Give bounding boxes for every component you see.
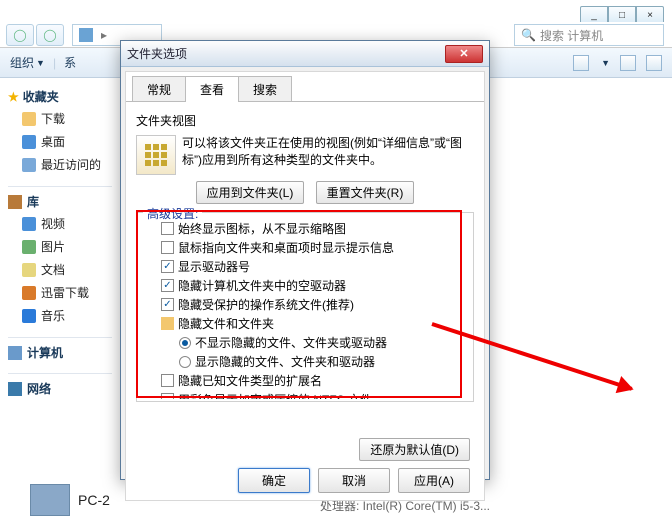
view-mode-button[interactable] bbox=[573, 55, 589, 71]
folder-view-label: 文件夹视图 bbox=[136, 112, 196, 129]
adv-setting-item[interactable]: 显示驱动器号 bbox=[143, 257, 467, 276]
adv-setting-item[interactable]: 隐藏受保护的操作系统文件(推荐) bbox=[143, 295, 467, 314]
checkbox-icon[interactable] bbox=[161, 260, 174, 273]
adv-item-label: 始终显示图标，从不显示缩略图 bbox=[178, 220, 346, 237]
checkbox-icon[interactable] bbox=[161, 298, 174, 311]
search-input[interactable]: 🔍 搜索 计算机 bbox=[514, 24, 664, 46]
tab-view[interactable]: 查看 bbox=[185, 76, 239, 102]
circle-icon: ◯ bbox=[13, 28, 26, 42]
sys-menu[interactable]: 系 bbox=[64, 54, 76, 71]
adv-item-label: 隐藏计算机文件夹中的空驱动器 bbox=[178, 277, 346, 294]
dialog-close-button[interactable]: ✕ bbox=[445, 45, 483, 63]
adv-item-label: 显示驱动器号 bbox=[178, 258, 250, 275]
circle-icon: ◯ bbox=[43, 28, 56, 42]
sidebar-libraries[interactable]: 库 bbox=[0, 191, 120, 212]
checkbox-icon[interactable] bbox=[161, 374, 174, 387]
dialog-titlebar[interactable]: 文件夹选项 ✕ bbox=[121, 41, 489, 67]
ok-button[interactable]: 确定 bbox=[238, 468, 310, 493]
apply-to-folders-button[interactable]: 应用到文件夹(L) bbox=[196, 181, 305, 204]
adv-item-label: 隐藏受保护的操作系统文件(推荐) bbox=[178, 296, 354, 313]
folder-view-icon bbox=[136, 135, 176, 175]
adv-setting-item[interactable]: 鼠标指向文件夹和桌面项时显示提示信息 bbox=[143, 238, 467, 257]
tab-general[interactable]: 常规 bbox=[132, 76, 186, 102]
help-button[interactable] bbox=[646, 55, 662, 71]
tab-search[interactable]: 搜索 bbox=[238, 76, 292, 102]
sidebar-item-music[interactable]: 音乐 bbox=[0, 304, 120, 327]
adv-setting-item[interactable]: 用彩色显示加密或压缩的 NTFS 文件 bbox=[143, 390, 467, 399]
checkbox-icon[interactable] bbox=[161, 241, 174, 254]
picture-icon bbox=[22, 240, 36, 254]
search-icon: 🔍 bbox=[521, 28, 536, 42]
sidebar-item-recent[interactable]: 最近访问的 bbox=[0, 153, 120, 176]
radio-icon[interactable] bbox=[179, 356, 191, 368]
chevron-down-icon: ▼ bbox=[601, 58, 610, 68]
tab-content-view: 文件夹视图 可以将该文件夹正在使用的视图(例如“详细信息”或“图标”)应用到所有… bbox=[126, 101, 484, 503]
back-button[interactable]: ◯ bbox=[6, 24, 34, 46]
cancel-button[interactable]: 取消 bbox=[318, 468, 390, 493]
adv-item-label: 用彩色显示加密或压缩的 NTFS 文件 bbox=[178, 391, 372, 399]
recent-icon bbox=[22, 158, 36, 172]
adv-item-label: 不显示隐藏的文件、文件夹或驱动器 bbox=[195, 334, 387, 351]
pc-icon bbox=[30, 484, 70, 516]
star-icon: ★ bbox=[8, 90, 19, 104]
sidebar: ★收藏夹 下载 桌面 最近访问的 库 视频 图片 文档 迅雷下载 音乐 计算机 … bbox=[0, 78, 120, 520]
sidebar-item-desktop[interactable]: 桌面 bbox=[0, 130, 120, 153]
sidebar-item-video[interactable]: 视频 bbox=[0, 212, 120, 235]
sidebar-item-xunlei[interactable]: 迅雷下载 bbox=[0, 281, 120, 304]
folder-view-desc: 可以将该文件夹正在使用的视图(例如“详细信息”或“图标”)应用到所有这种类型的文… bbox=[182, 135, 474, 175]
reset-folders-button[interactable]: 重置文件夹(R) bbox=[316, 181, 415, 204]
adv-item-label: 鼠标指向文件夹和桌面项时显示提示信息 bbox=[178, 239, 394, 256]
checkbox-icon[interactable] bbox=[161, 393, 174, 399]
sidebar-computer[interactable]: 计算机 bbox=[0, 342, 120, 363]
checkbox-icon[interactable] bbox=[161, 222, 174, 235]
adv-setting-item[interactable]: 隐藏文件和文件夹 bbox=[143, 314, 467, 333]
preview-pane-button[interactable] bbox=[620, 55, 636, 71]
pc-icon bbox=[79, 28, 93, 42]
search-placeholder: 搜索 计算机 bbox=[540, 27, 603, 44]
adv-item-label: 显示隐藏的文件、文件夹和驱动器 bbox=[195, 353, 375, 370]
download-icon bbox=[22, 112, 36, 126]
checkbox-icon[interactable] bbox=[161, 279, 174, 292]
restore-defaults-button[interactable]: 还原为默认值(D) bbox=[359, 438, 470, 461]
adv-setting-item[interactable]: 隐藏计算机文件夹中的空驱动器 bbox=[143, 276, 467, 295]
adv-item-label: 隐藏已知文件类型的扩展名 bbox=[178, 372, 322, 389]
document-icon bbox=[22, 263, 36, 277]
chevron-right-icon: ▸ bbox=[101, 28, 107, 42]
music-icon bbox=[22, 309, 36, 323]
pc-icon bbox=[8, 346, 22, 360]
radio-icon[interactable] bbox=[179, 337, 191, 349]
video-icon bbox=[22, 217, 36, 231]
adv-setting-item[interactable]: 显示隐藏的文件、文件夹和驱动器 bbox=[143, 352, 467, 371]
advanced-settings-list[interactable]: 始终显示图标，从不显示缩略图鼠标指向文件夹和桌面项时显示提示信息显示驱动器号隐藏… bbox=[139, 217, 471, 399]
adv-setting-item[interactable]: 不显示隐藏的文件、文件夹或驱动器 bbox=[143, 333, 467, 352]
apply-button[interactable]: 应用(A) bbox=[398, 468, 470, 493]
advanced-settings-label: 高级设置: bbox=[143, 205, 202, 222]
network-icon bbox=[8, 382, 22, 396]
library-icon bbox=[8, 195, 22, 209]
advanced-settings-group: 高级设置: 始终显示图标，从不显示缩略图鼠标指向文件夹和桌面项时显示提示信息显示… bbox=[136, 212, 474, 402]
desktop-icon bbox=[22, 135, 36, 149]
sidebar-favorites[interactable]: ★收藏夹 bbox=[0, 86, 120, 107]
tab-strip: 常规 查看 搜索 bbox=[126, 72, 484, 102]
forward-button[interactable]: ◯ bbox=[36, 24, 64, 46]
status-bar-item: PC-2 bbox=[30, 484, 110, 516]
folder-icon bbox=[161, 317, 174, 330]
sidebar-item-downloads[interactable]: 下载 bbox=[0, 107, 120, 130]
folder-icon bbox=[22, 286, 36, 300]
sidebar-item-documents[interactable]: 文档 bbox=[0, 258, 120, 281]
chevron-down-icon: ▼ bbox=[36, 58, 45, 68]
adv-item-label: 隐藏文件和文件夹 bbox=[178, 315, 274, 332]
sidebar-network[interactable]: 网络 bbox=[0, 378, 120, 399]
folder-options-dialog: 文件夹选项 ✕ 常规 查看 搜索 文件夹视图 可以将该文件夹正在使用的视图(例如… bbox=[120, 40, 490, 480]
dialog-title: 文件夹选项 bbox=[127, 45, 187, 62]
organize-menu[interactable]: 组织 bbox=[10, 54, 34, 71]
sidebar-item-pictures[interactable]: 图片 bbox=[0, 235, 120, 258]
adv-setting-item[interactable]: 隐藏已知文件类型的扩展名 bbox=[143, 371, 467, 390]
